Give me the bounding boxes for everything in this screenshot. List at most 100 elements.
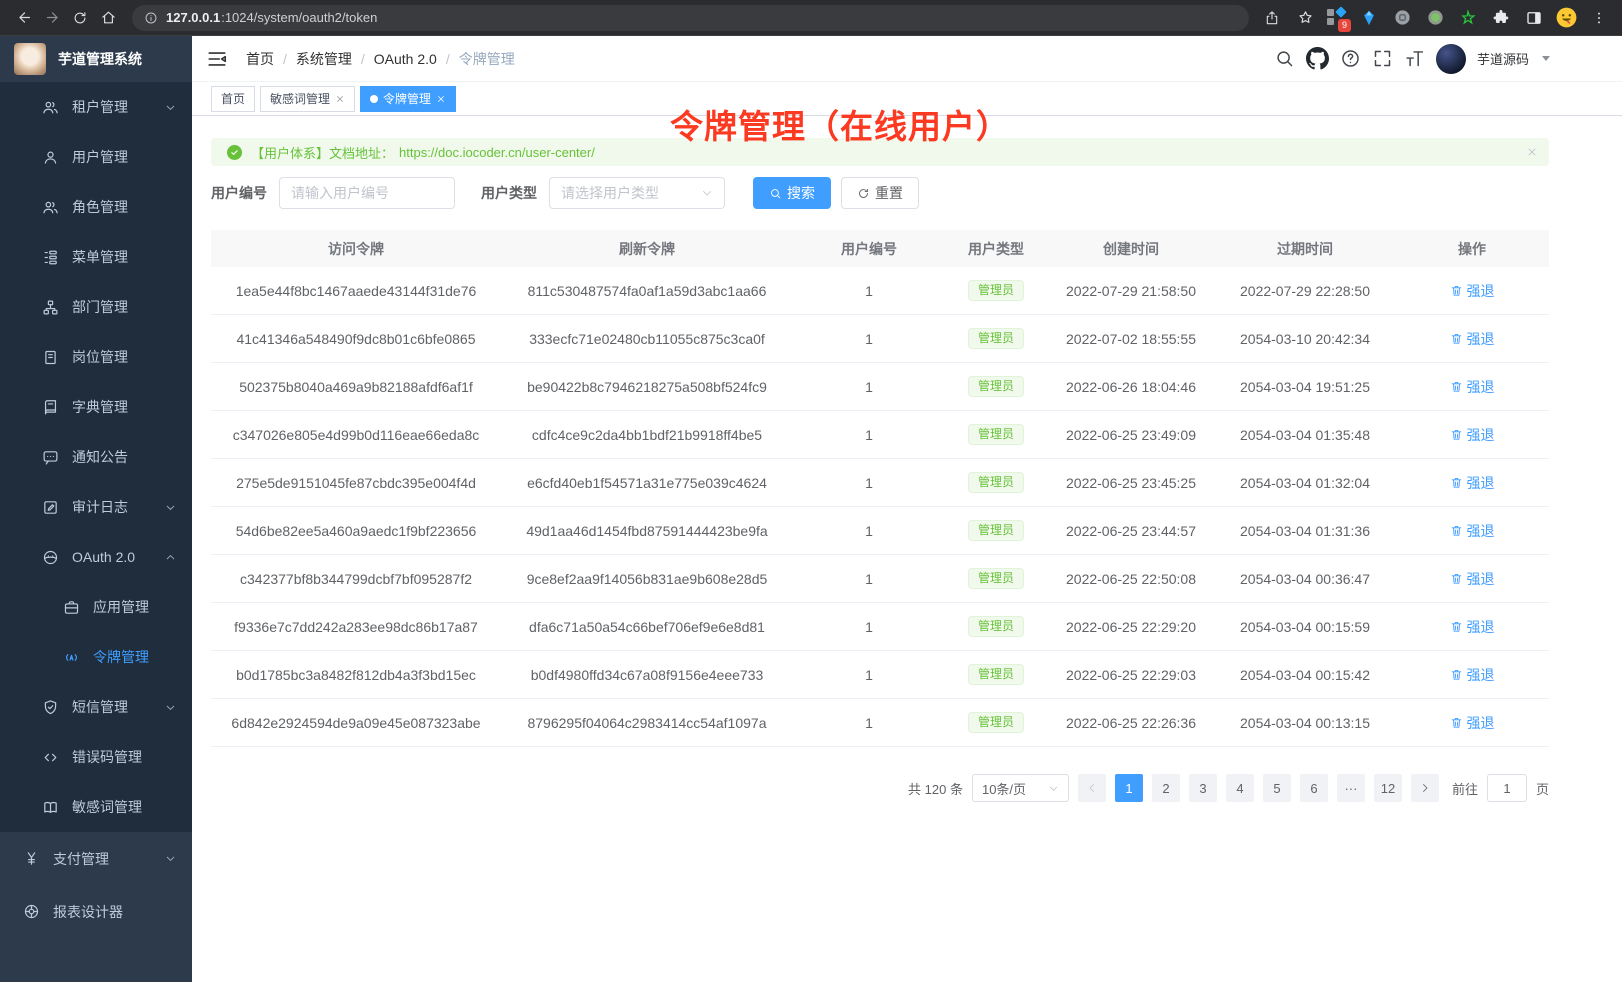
sidebar-item-12[interactable]: 短信管理 [0, 682, 192, 732]
table-row: c342377bf8b344799dcbf7bf095287f29ce8ef2a… [211, 555, 1549, 603]
green-circle-extension-icon[interactable] [1422, 4, 1448, 32]
next-page-button[interactable] [1411, 774, 1439, 802]
reset-button[interactable]: 重置 [841, 177, 919, 209]
gem-extension-icon[interactable] [1356, 4, 1382, 32]
sidebar-item-7[interactable]: 通知公告 [0, 432, 192, 482]
sidebar-toggle-icon[interactable] [206, 48, 228, 70]
force-logout-button[interactable]: 强退 [1450, 281, 1495, 301]
breadcrumb-system[interactable]: 系统管理 [296, 49, 352, 69]
extension-cluster-icon[interactable]: 9 [1325, 6, 1349, 30]
address-bar[interactable]: 127.0.0.1:1024/system/oauth2/token [132, 5, 1249, 31]
cell-action: 强退 [1395, 521, 1549, 541]
help-icon[interactable] [1340, 48, 1361, 69]
close-icon[interactable] [436, 94, 446, 104]
prev-page-button[interactable] [1078, 774, 1106, 802]
sidebar-item-4[interactable]: 部门管理 [0, 282, 192, 332]
sidebar-item-10[interactable]: 应用管理 [0, 582, 192, 632]
sidebar-item-9[interactable]: OAuth 2.0 [0, 532, 192, 582]
forward-icon[interactable] [38, 4, 66, 32]
sidebar-item-0[interactable]: 租户管理 [0, 82, 192, 132]
sidebar-item-3[interactable]: 菜单管理 [0, 232, 192, 282]
breadcrumb-current: 令牌管理 [459, 49, 515, 69]
pagination-page-1[interactable]: 1 [1115, 774, 1143, 802]
font-size-icon[interactable] [1404, 48, 1425, 69]
back-icon[interactable] [10, 4, 38, 32]
cell-created_at: 2022-07-02 18:55:55 [1047, 331, 1215, 347]
force-logout-button[interactable]: 强退 [1450, 713, 1495, 733]
user-name[interactable]: 芋道源码 [1477, 49, 1529, 68]
pagination-page-5[interactable]: 5 [1263, 774, 1291, 802]
app-title: 芋道管理系统 [58, 49, 142, 69]
table-row: 41c41346a548490f9dc8b01c6bfe0865333ecfc7… [211, 315, 1549, 363]
post-badge-icon [42, 349, 59, 366]
sidebar-item-13[interactable]: 错误码管理 [0, 732, 192, 782]
cell-refresh_token: dfa6c71a50a54c66bef706ef9e6e8d81 [501, 619, 793, 635]
goto-page-input[interactable]: 1 [1487, 774, 1527, 802]
pagination-page-6[interactable]: 6 [1300, 774, 1328, 802]
page-size-select[interactable]: 10条/页 [972, 774, 1069, 802]
force-logout-button[interactable]: 强退 [1450, 665, 1495, 685]
close-icon[interactable] [335, 94, 345, 104]
sidebar-item-1[interactable]: 用户管理 [0, 132, 192, 182]
cmd-circle-extension-icon[interactable] [1389, 4, 1415, 32]
pagination-page-2[interactable]: 2 [1152, 774, 1180, 802]
bookmark-star-icon[interactable] [1292, 4, 1318, 32]
force-logout-button[interactable]: 强退 [1450, 425, 1495, 445]
sidebar-item-5[interactable]: 岗位管理 [0, 332, 192, 382]
search-button[interactable]: 搜索 [753, 177, 831, 209]
pagination-page-12[interactable]: 12 [1374, 774, 1402, 802]
chevron-down-icon [164, 101, 177, 114]
alert-close-icon[interactable] [1526, 146, 1538, 158]
pagination-page-4[interactable]: 4 [1226, 774, 1254, 802]
cell-user_id: 1 [793, 667, 945, 683]
cell-created_at: 2022-06-25 23:44:57 [1047, 523, 1215, 539]
user-avatar[interactable] [1436, 44, 1466, 74]
force-logout-button[interactable]: 强退 [1450, 617, 1495, 637]
cell-action: 强退 [1395, 569, 1549, 589]
action-label: 强退 [1467, 617, 1495, 637]
browser-actions: 9 [1259, 4, 1612, 32]
force-logout-button[interactable]: 强退 [1450, 569, 1495, 589]
pagination-page-3[interactable]: 3 [1189, 774, 1217, 802]
app-logo[interactable]: 芋道管理系统 [0, 36, 192, 82]
puzzle-extensions-icon[interactable] [1488, 4, 1514, 32]
chevron-down-icon[interactable] [1542, 56, 1550, 61]
site-info-icon[interactable] [144, 11, 158, 25]
sidebar-item-11[interactable]: 令牌管理 [0, 632, 192, 682]
sidebar-item-2[interactable]: 角色管理 [0, 182, 192, 232]
breadcrumb-oauth[interactable]: OAuth 2.0 [374, 51, 437, 67]
share-icon[interactable] [1259, 4, 1285, 32]
kebab-menu-icon[interactable] [1586, 4, 1612, 32]
audit-log-icon [42, 499, 59, 516]
tab-token-management[interactable]: 令牌管理 [360, 86, 456, 112]
sidebar-item-16[interactable]: 报表设计器 [0, 885, 192, 938]
profile-avatar-emoji[interactable] [1554, 5, 1579, 30]
cell-access_token: 275e5de9151045fe87cbdc395e004f4d [211, 475, 501, 491]
side-panel-icon[interactable] [1521, 4, 1547, 32]
force-logout-button[interactable]: 强退 [1450, 329, 1495, 349]
sms-shield-icon [42, 699, 59, 716]
sidebar-item-14[interactable]: 敏感词管理 [0, 782, 192, 832]
sidebar-item-6[interactable]: 字典管理 [0, 382, 192, 432]
tab-sensitive-words[interactable]: 敏感词管理 [260, 86, 355, 112]
github-icon[interactable] [1306, 47, 1329, 70]
search-icon[interactable] [1274, 48, 1295, 69]
reload-icon[interactable] [66, 4, 94, 32]
doc-link[interactable]: https://doc.iocoder.cn/user-center/ [399, 145, 595, 160]
button-label: 重置 [875, 183, 903, 203]
force-logout-button[interactable]: 强退 [1450, 473, 1495, 493]
force-logout-button[interactable]: 强退 [1450, 521, 1495, 541]
user-type-select[interactable]: 请选择用户类型 [549, 177, 725, 209]
tab-home[interactable]: 首页 [211, 86, 255, 112]
sidebar-item-15[interactable]: 支付管理 [0, 832, 192, 885]
sidebar-item-label: 短信管理 [72, 697, 128, 717]
user-id-input[interactable]: 请输入用户编号 [279, 177, 455, 209]
pagination-more-button[interactable]: ··· [1337, 774, 1365, 802]
chevron-right-icon [1419, 782, 1431, 794]
breadcrumb-home[interactable]: 首页 [246, 49, 274, 69]
sidebar-item-8[interactable]: 审计日志 [0, 482, 192, 532]
home-icon[interactable] [94, 4, 122, 32]
green-star-extension-icon[interactable] [1455, 4, 1481, 32]
force-logout-button[interactable]: 强退 [1450, 377, 1495, 397]
fullscreen-icon[interactable] [1372, 48, 1393, 69]
